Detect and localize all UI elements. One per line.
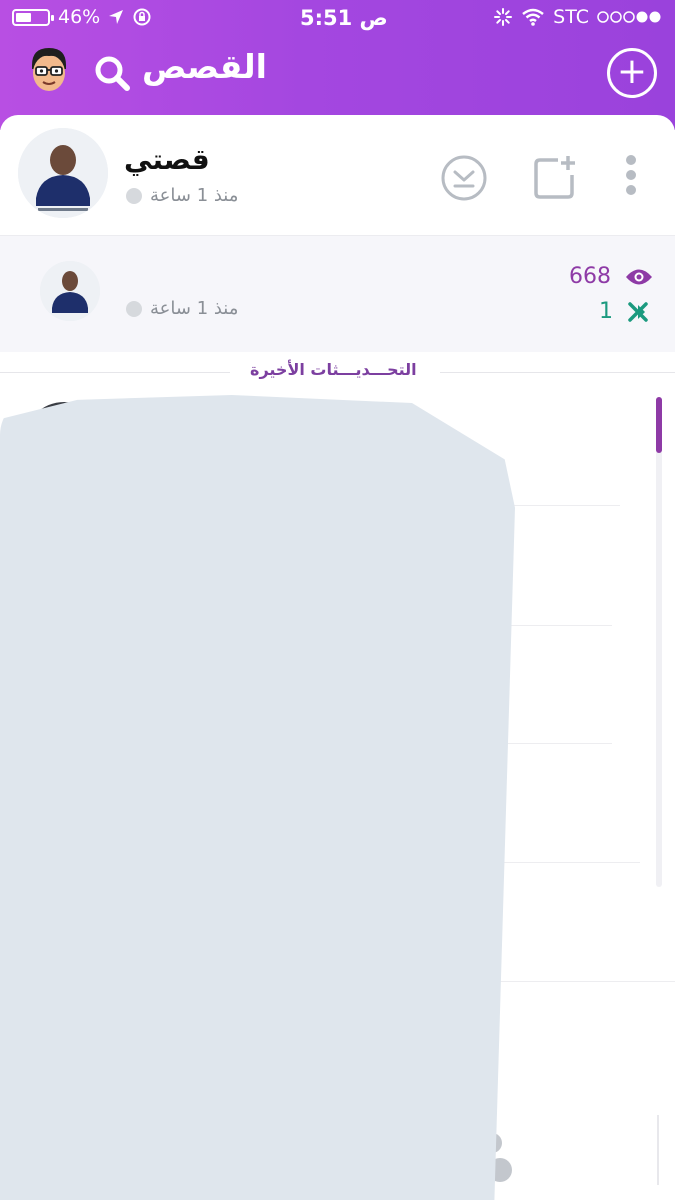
carrier-name: STC (553, 6, 589, 28)
more-options-icon[interactable] (606, 153, 656, 203)
my-story-row[interactable]: قصتي منذ 1 ساعة (0, 115, 675, 233)
location-icon (109, 10, 124, 24)
list-divider (500, 625, 612, 626)
recent-updates-header: التحـــديـــثات الأخيرة (0, 360, 675, 383)
screenshot-icon (628, 301, 648, 322)
my-story-time-row: منذ 1 ساعة (126, 185, 238, 206)
list-divider (500, 862, 640, 863)
list-divider (500, 505, 620, 506)
my-story-thumbnail[interactable] (18, 128, 108, 218)
list-divider (500, 981, 675, 982)
my-story-title: قصتي (124, 143, 210, 176)
redaction-overlay (0, 395, 515, 1200)
activity-spinner-icon (494, 8, 513, 26)
profile-photo (18, 128, 108, 218)
clock-icon (126, 187, 142, 204)
list-divider (500, 743, 612, 744)
header: 46% 5:51 ص STC القصص + (0, 0, 675, 130)
rotation-lock-icon (133, 8, 151, 26)
bitmoji-avatar[interactable] (24, 45, 74, 95)
signal-strength-icon (597, 11, 661, 23)
snap-time: منذ 1 ساعة (150, 298, 239, 319)
clock-icon (126, 300, 142, 317)
status-time: 5:51 (300, 6, 353, 30)
screenshots-count[interactable]: 1 (599, 299, 649, 324)
snap-thumbnail[interactable] (40, 261, 100, 321)
views-count[interactable]: 668 (569, 264, 653, 289)
add-snap-icon[interactable] (530, 153, 580, 203)
snap-photo (40, 261, 100, 321)
eye-icon (626, 269, 652, 284)
wifi-icon (522, 8, 544, 26)
screenshots-number: 1 (599, 299, 613, 324)
battery-icon (12, 8, 54, 26)
snap-time-row: منذ 1 ساعة (126, 298, 238, 319)
plus-icon: + (616, 51, 648, 92)
page-title: القصص (142, 47, 267, 86)
battery-percent: 46% (58, 6, 101, 28)
status-bar: 46% 5:51 ص STC (0, 6, 675, 32)
save-story-icon[interactable] (439, 153, 489, 203)
my-story-time: منذ 1 ساعة (150, 185, 239, 206)
list-divider (657, 1115, 659, 1185)
story-snap-row[interactable]: منذ 1 ساعة 668 1 (0, 235, 675, 352)
search-icon[interactable] (92, 53, 132, 93)
scrollbar[interactable] (656, 397, 662, 887)
status-time-suffix: ص (359, 6, 388, 30)
recent-updates-label: التحـــديـــثات الأخيرة (236, 360, 431, 379)
views-number: 668 (569, 264, 611, 289)
add-story-button[interactable]: + (607, 48, 657, 98)
scrollbar-thumb[interactable] (656, 397, 662, 453)
